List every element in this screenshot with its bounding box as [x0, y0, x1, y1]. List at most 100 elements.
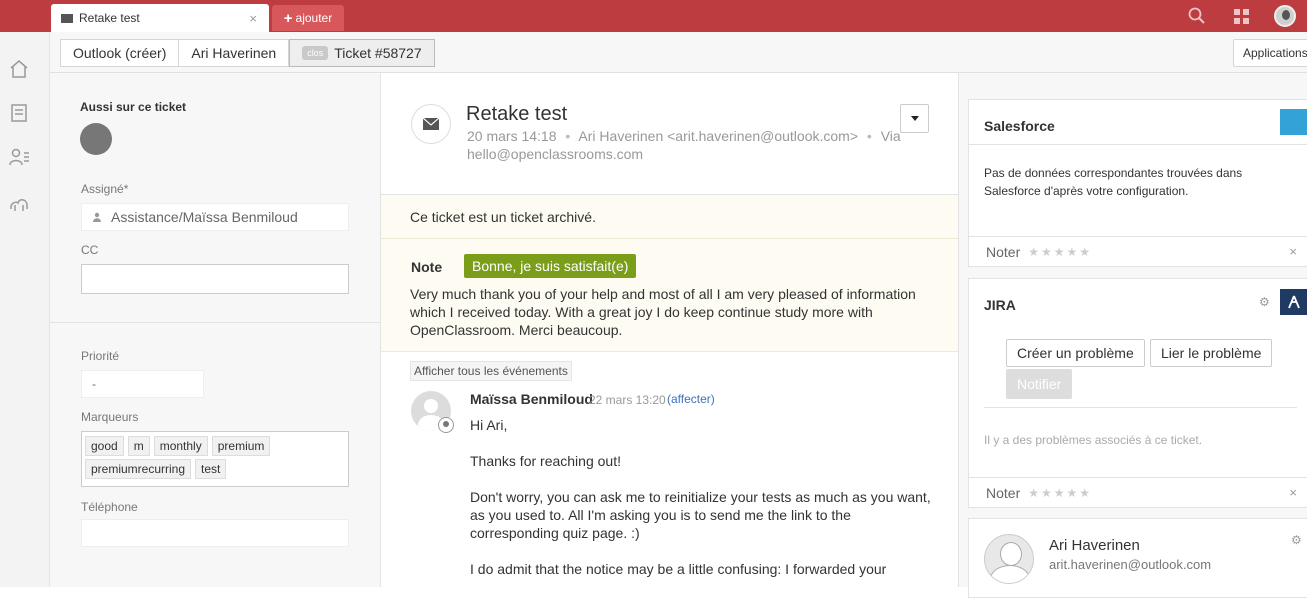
subtab-requester-label: Ari Haverinen	[191, 45, 277, 61]
ticket-from: Ari Haverinen <arit.haverinen@outlook.co…	[578, 128, 858, 144]
applications-label: Applications	[1243, 46, 1307, 60]
close-icon[interactable]: ×	[1289, 485, 1297, 500]
apps-grid-icon[interactable]	[1219, 8, 1263, 24]
person-icon	[93, 212, 101, 222]
salesforce-rating: Noter ★★★★★ ×	[969, 236, 1307, 266]
message-body: Hi Ari, Thanks for reaching out! Don't w…	[470, 416, 940, 587]
ticket-properties-panel: Aussi sur ce ticket Assigné* Assistance/…	[50, 73, 381, 587]
ticket-title: Retake test	[466, 103, 568, 125]
ticket-via-address: hello@openclassrooms.com	[467, 146, 644, 162]
also-on-ticket-heading: Aussi sur ce ticket	[80, 100, 187, 114]
requester-avatar	[984, 534, 1034, 584]
requester-name: Ari Haverinen	[1049, 537, 1140, 554]
left-sidebar	[0, 32, 50, 587]
salesforce-message: Pas de données correspondantes trouvées …	[984, 166, 1243, 198]
message-date: 22 mars 13:20	[589, 393, 666, 407]
envelope-icon	[61, 13, 73, 23]
ticket-tab-label: Retake test	[79, 11, 140, 25]
cc-field[interactable]	[81, 264, 349, 294]
create-issue-button[interactable]: Créer un problème	[1006, 339, 1145, 367]
subtabs: Outlook (créer) Ari Haverinen clos Ticke…	[60, 39, 435, 67]
divider	[50, 322, 381, 323]
ticket-tab[interactable]: Retake test ×	[51, 4, 269, 32]
add-button[interactable]: + ajouter	[272, 5, 344, 31]
sub-bar: Outlook (créer) Ari Haverinen clos Ticke…	[50, 32, 1307, 73]
rating-stars[interactable]: ★★★★★	[1028, 486, 1092, 500]
rating-stars[interactable]: ★★★★★	[1028, 245, 1092, 259]
tag[interactable]: m	[127, 436, 150, 456]
priority-select[interactable]: -	[81, 370, 204, 398]
subtab-requester[interactable]: Ari Haverinen	[179, 39, 290, 67]
subtab-outlook-label: Outlook (créer)	[73, 45, 167, 61]
separator-dot: •	[866, 128, 872, 144]
subtab-outlook[interactable]: Outlook (créer)	[60, 39, 180, 67]
separator-dot: •	[565, 128, 571, 144]
note-label: Note	[411, 259, 443, 275]
satisfaction-badge: Bonne, je suis satisfait(e)	[464, 254, 637, 278]
top-bar: Retake test × + ajouter	[0, 0, 1307, 32]
tag[interactable]: monthly	[153, 436, 208, 456]
tag[interactable]: good	[85, 436, 124, 456]
link-issue-button[interactable]: Lier le problème	[1150, 339, 1273, 367]
rate-label: Noter	[986, 484, 1021, 501]
user-avatar[interactable]	[1263, 5, 1307, 27]
cloud-icon[interactable]	[8, 192, 30, 214]
subtab-ticket[interactable]: clos Ticket #58727	[289, 39, 435, 67]
salesforce-app: Salesforce Pas de données correspondante…	[968, 99, 1307, 267]
notify-button[interactable]: Notifier	[1006, 369, 1073, 399]
phone-label: Téléphone	[81, 500, 138, 514]
close-tab-icon[interactable]: ×	[249, 11, 257, 26]
satisfaction-note: Note Bonne, je suis satisfait(e) Very mu…	[381, 238, 958, 352]
requester-email: arit.haverinen@outlook.com	[1049, 557, 1212, 572]
tickets-icon[interactable]	[8, 102, 30, 124]
message-author[interactable]: Maïssa Benmiloud	[470, 391, 593, 407]
home-icon[interactable]	[8, 58, 30, 80]
message-paragraph: Thanks for reaching out!	[470, 453, 621, 469]
salesforce-logo-icon	[1280, 109, 1307, 135]
ticket-actions-dropdown[interactable]	[900, 104, 929, 133]
note-text: Very much thank you of your help and mos…	[410, 286, 916, 338]
close-icon[interactable]: ×	[1289, 244, 1297, 259]
assign-link[interactable]: (affecter)	[667, 392, 715, 406]
tag[interactable]: premiumrecurring	[85, 459, 192, 479]
assignee-value: Assistance/Maïssa Benmiloud	[111, 209, 298, 225]
conversation-panel: Retake test 20 mars 14:18 • Ari Haverine…	[381, 73, 959, 587]
message-paragraph: Hi Ari,	[470, 417, 508, 433]
users-icon[interactable]	[8, 146, 30, 168]
assignee-label: Assigné*	[81, 182, 129, 196]
message-paragraph: I do admit that the notice may be a litt…	[470, 561, 887, 577]
apps-panel: Salesforce Pas de données correspondante…	[959, 73, 1307, 598]
applications-button[interactable]: Applications	[1233, 39, 1307, 67]
archived-notice: Ce ticket est un ticket archivé.	[381, 194, 958, 238]
jira-app: JIRA ⚙ Créer un problème Lier le problèm…	[968, 278, 1307, 508]
add-button-label: ajouter	[295, 11, 333, 25]
jira-title: JIRA	[984, 297, 1016, 313]
tags-label: Marqueurs	[81, 410, 139, 424]
jira-logo-icon	[1280, 289, 1307, 315]
priority-label: Priorité	[81, 349, 120, 363]
tag[interactable]: test	[195, 459, 227, 479]
ticket-date: 20 mars 14:18	[467, 128, 557, 144]
status-badge: clos	[302, 46, 329, 60]
salesforce-title: Salesforce	[984, 118, 1055, 134]
tag[interactable]: premium	[211, 436, 271, 456]
ticket-via: Via	[880, 128, 901, 144]
rate-label: Noter	[986, 243, 1021, 260]
divider	[984, 407, 1297, 408]
plus-icon: +	[283, 9, 293, 27]
phone-field[interactable]	[81, 519, 349, 547]
show-events-button[interactable]: Afficher tous les événements	[410, 361, 572, 381]
top-icons	[1175, 0, 1307, 32]
jira-rating: Noter ★★★★★ ×	[969, 477, 1307, 507]
subtab-ticket-label: Ticket #58727	[334, 45, 422, 61]
priority-value: -	[92, 377, 96, 391]
email-channel-icon	[411, 104, 451, 144]
tags-field[interactable]: good m monthly premium premiumrecurring …	[81, 431, 349, 487]
gear-icon[interactable]: ⚙	[1291, 533, 1302, 547]
search-icon[interactable]	[1175, 7, 1219, 25]
gear-icon[interactable]: ⚙	[1259, 295, 1270, 309]
message-paragraph: Don't worry, you can ask me to reinitial…	[470, 489, 931, 541]
ticket-meta: 20 mars 14:18 • Ari Haverinen <arit.have…	[467, 127, 907, 163]
assignee-field[interactable]: Assistance/Maïssa Benmiloud	[81, 203, 349, 231]
agent-badge-icon	[438, 417, 454, 433]
